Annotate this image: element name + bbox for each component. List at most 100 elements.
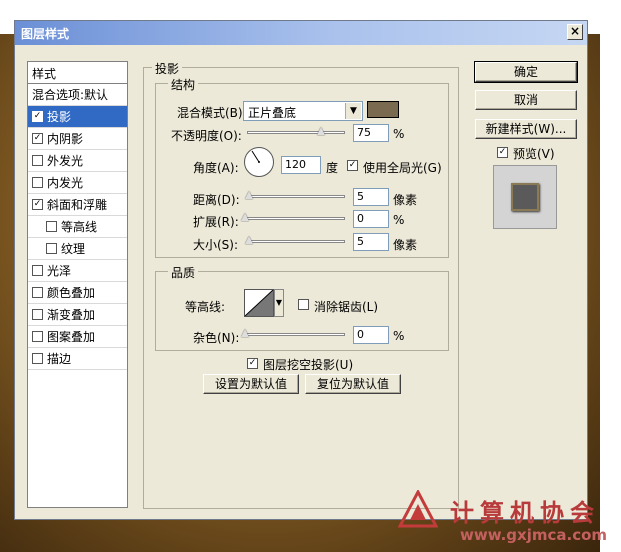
size-slider-track[interactable]	[247, 240, 345, 243]
close-icon: ×	[569, 24, 581, 38]
style-item-checkbox[interactable]: ✓	[32, 111, 43, 122]
distance-input[interactable]: 5	[353, 188, 389, 206]
watermark-title: 计算机协会	[450, 499, 600, 527]
style-item-label: 内发光	[47, 176, 84, 190]
distance-slider-thumb[interactable]	[245, 191, 253, 199]
angle-dial[interactable]	[244, 147, 274, 177]
angle-needle-icon	[251, 150, 260, 163]
spread-input[interactable]: 0	[353, 210, 389, 228]
chevron-down-icon: ▼	[275, 298, 283, 307]
style-item[interactable]: 等高线	[28, 216, 127, 238]
cancel-button[interactable]: 取消	[475, 90, 577, 110]
structure-title: 结构	[168, 76, 199, 93]
style-item-checkbox[interactable]	[32, 177, 43, 188]
style-item-checkbox[interactable]	[32, 265, 43, 276]
style-item[interactable]: 内发光	[28, 172, 127, 194]
size-slider-thumb[interactable]	[245, 236, 253, 244]
ok-button[interactable]: 确定	[474, 61, 578, 83]
style-item-checkbox[interactable]	[32, 309, 43, 320]
styles-list: 样式 混合选项:默认 ✓ 投影 ✓ 内阴影外发光内发光 ✓ 斜面和浮雕等高线纹理光泽颜色叠…	[27, 61, 128, 508]
global-light-label: 使用全局光(G)	[363, 161, 442, 175]
knockout-checkbox[interactable]: ✓	[247, 358, 258, 369]
watermark-logo-icon	[398, 490, 438, 528]
global-light-checkbox[interactable]: ✓	[347, 160, 358, 171]
spread-percent: %	[393, 213, 405, 227]
style-item[interactable]: ✓ 斜面和浮雕	[28, 194, 127, 216]
contour-label: 等高线:	[185, 300, 226, 314]
contour-picker[interactable]	[244, 289, 274, 317]
noise-input[interactable]: 0	[353, 326, 389, 344]
style-item-checkbox[interactable]	[46, 221, 57, 232]
style-item-label: 图案叠加	[47, 330, 96, 344]
layer-style-dialog: 图层样式 × 样式 混合选项:默认 ✓ 投影 ✓ 内阴影外发光内发光 ✓ 斜面和浮雕等高线…	[14, 20, 588, 520]
opacity-slider-thumb[interactable]	[316, 127, 325, 135]
watermark-url: www.gxjmca.com	[460, 526, 608, 544]
style-item-checkbox[interactable]	[32, 331, 43, 342]
style-item[interactable]: 外发光	[28, 150, 127, 172]
quality-title: 品质	[168, 264, 199, 281]
styles-list-header: 样式	[28, 62, 127, 84]
style-item[interactable]: 渐变叠加	[28, 304, 127, 326]
style-item-label: 等高线	[61, 220, 98, 234]
style-item-checkbox[interactable]: ✓	[32, 199, 43, 210]
style-item-label: 投影	[47, 110, 72, 124]
style-item-label: 纹理	[61, 242, 86, 256]
style-item[interactable]: ✓ 投影	[28, 106, 127, 128]
style-preview-box	[493, 165, 557, 229]
style-item[interactable]: 图案叠加	[28, 326, 127, 348]
angle-degree-unit: 度	[326, 161, 339, 175]
blend-options-item[interactable]: 混合选项:默认	[28, 84, 127, 106]
contour-curve-icon	[245, 290, 273, 316]
angle-input[interactable]: 120	[281, 156, 321, 174]
drop-shadow-title: 投影	[152, 60, 183, 77]
noise-slider-thumb[interactable]	[241, 329, 249, 337]
distance-slider-track[interactable]	[247, 195, 345, 198]
make-default-button[interactable]: 设置为默认值	[203, 374, 299, 394]
close-button[interactable]: ×	[567, 24, 583, 40]
anti-alias-label: 消除锯齿(L)	[314, 300, 379, 314]
style-item[interactable]: 光泽	[28, 260, 127, 282]
preview-checkbox[interactable]: ✓	[497, 147, 508, 158]
style-item-checkbox[interactable]: ✓	[32, 133, 43, 144]
distance-label: 距离(D):	[193, 193, 240, 207]
spread-slider-thumb[interactable]	[241, 213, 249, 221]
style-item-label: 渐变叠加	[47, 308, 96, 322]
style-item-label: 颜色叠加	[47, 286, 96, 300]
noise-label: 杂色(N):	[193, 331, 240, 345]
style-item-checkbox[interactable]	[46, 243, 57, 254]
blend-mode-select[interactable]: 正片叠底 ▼	[243, 101, 363, 121]
shadow-color-swatch[interactable]	[367, 101, 399, 118]
blend-mode-label: 混合模式(B):	[177, 106, 247, 120]
style-item-label: 内阴影	[47, 132, 84, 146]
new-style-button[interactable]: 新建样式(W)...	[475, 119, 577, 139]
noise-slider-track[interactable]	[247, 333, 345, 336]
desktop-right-strip	[600, 0, 621, 552]
style-item[interactable]: 颜色叠加	[28, 282, 127, 304]
angle-label: 角度(A):	[193, 161, 239, 175]
size-unit: 像素	[393, 238, 418, 252]
spread-slider-track[interactable]	[247, 217, 345, 220]
opacity-slider-track[interactable]	[247, 131, 345, 134]
blend-mode-value: 正片叠底	[248, 106, 297, 120]
opacity-input[interactable]: 75	[353, 124, 389, 142]
style-item[interactable]: ✓ 内阴影	[28, 128, 127, 150]
size-input[interactable]: 5	[353, 233, 389, 251]
contour-dropdown-button[interactable]: ▼	[274, 289, 284, 317]
spread-label: 扩展(R):	[193, 215, 239, 229]
anti-alias-checkbox[interactable]	[298, 299, 309, 310]
style-item-checkbox[interactable]	[32, 155, 43, 166]
dialog-titlebar[interactable]: 图层样式 ×	[15, 21, 587, 45]
desktop-top-strip	[0, 0, 621, 20]
style-item-checkbox[interactable]	[32, 287, 43, 298]
preview-label: 预览(V)	[513, 147, 555, 161]
style-preview-swatch	[511, 183, 539, 211]
style-item[interactable]: 描边	[28, 348, 127, 370]
chevron-down-icon: ▼	[345, 103, 361, 119]
opacity-percent: %	[393, 127, 405, 141]
knockout-label: 图层挖空投影(U)	[263, 358, 354, 372]
reset-default-button[interactable]: 复位为默认值	[305, 374, 401, 394]
style-item-label: 光泽	[47, 264, 72, 278]
size-label: 大小(S):	[193, 238, 239, 252]
style-item-checkbox[interactable]	[32, 353, 43, 364]
style-item[interactable]: 纹理	[28, 238, 127, 260]
